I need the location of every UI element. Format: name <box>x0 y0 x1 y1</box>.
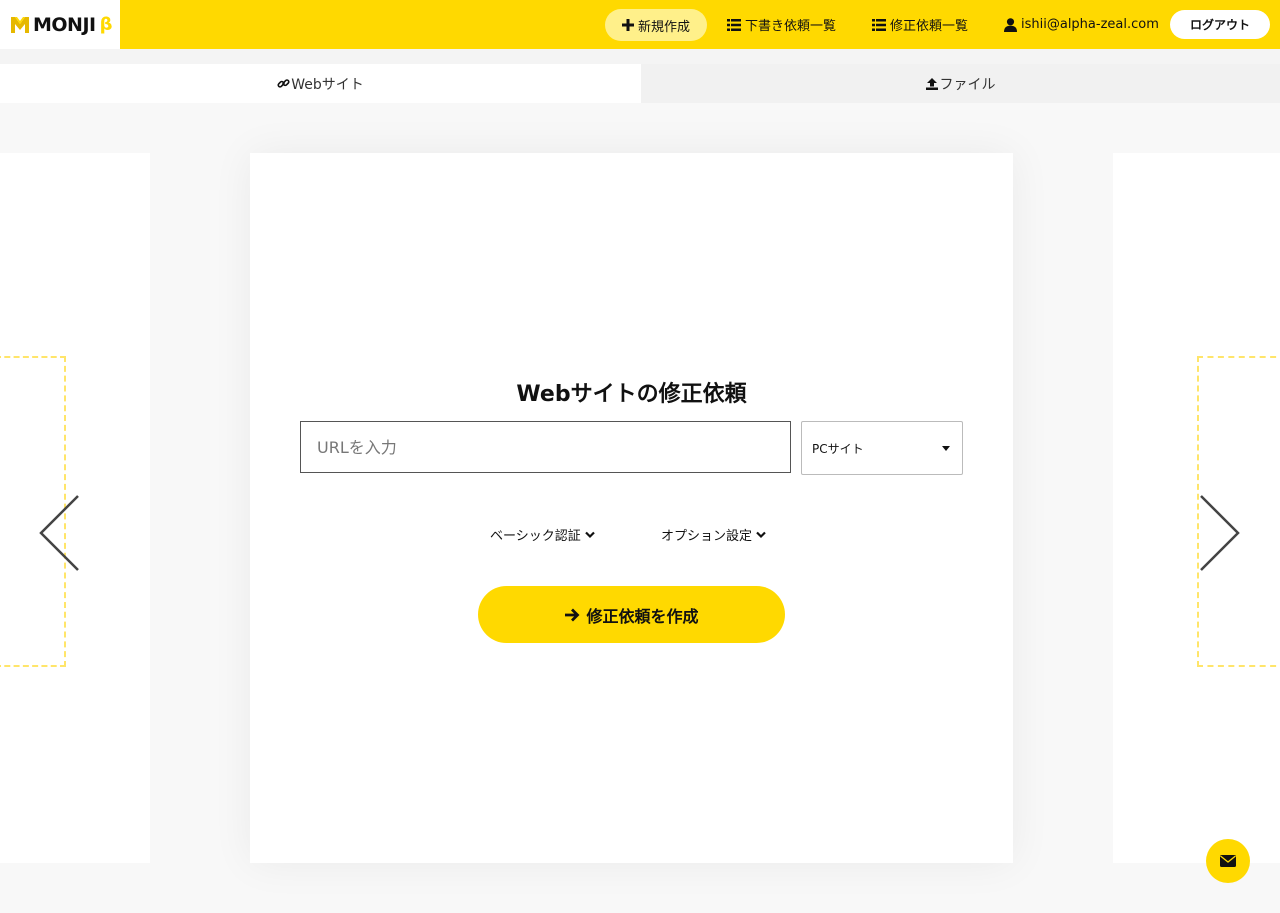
envelope-icon <box>1220 855 1236 867</box>
options-label: オプション設定 <box>661 529 753 544</box>
list-icon <box>727 18 741 31</box>
new-request-label: 新規作成 <box>637 19 690 35</box>
drafts-list-label: 下書き依頼一覧 <box>745 19 837 34</box>
basic-auth-toggle[interactable]: ベーシック認証 <box>490 525 595 544</box>
user-account[interactable]: ishii@alpha-zeal.com <box>1004 0 1159 49</box>
user-email: ishii@alpha-zeal.com <box>1021 17 1159 32</box>
chevron-down-icon <box>756 531 766 539</box>
list-icon <box>872 18 886 31</box>
caret-down-icon <box>942 446 950 451</box>
logo-m-icon <box>11 16 29 33</box>
tab-file-label: ファイル <box>939 76 996 93</box>
tab-website-label: Webサイト <box>291 76 364 93</box>
revisions-list-label: 修正依頼一覧 <box>890 19 969 34</box>
chevron-down-icon <box>584 531 595 539</box>
logout-button[interactable]: ログアウト <box>1170 10 1270 39</box>
site-type-select[interactable]: PCサイト <box>801 421 963 475</box>
create-request-label: 修正依頼を作成 <box>586 606 699 626</box>
logo[interactable]: MONJI β <box>0 0 120 49</box>
plus-icon <box>621 19 634 31</box>
user-icon <box>1004 17 1017 32</box>
contact-button[interactable] <box>1206 839 1250 883</box>
tab-website[interactable]: Webサイト <box>0 64 641 103</box>
basic-auth-label: ベーシック認証 <box>490 529 581 544</box>
tab-file[interactable]: ファイル <box>641 64 1280 103</box>
options-toggle[interactable]: オプション設定 <box>661 525 766 544</box>
create-request-button[interactable]: 修正依頼を作成 <box>478 586 785 643</box>
logo-text: MONJI <box>33 13 96 36</box>
new-request-button[interactable]: 新規作成 <box>605 9 707 41</box>
arrow-right-icon <box>564 607 580 623</box>
page-title: Webサイトの修正依頼 <box>516 382 747 407</box>
site-type-selected: PCサイト <box>812 441 864 456</box>
drafts-list-link[interactable]: 下書き依頼一覧 <box>727 0 836 49</box>
chevron-left-icon[interactable] <box>39 495 79 571</box>
logo-beta: β <box>99 14 113 35</box>
top-header: MONJI β 新規作成 下書き依頼一覧 修正依頼一覧 ishii@alpha-… <box>0 0 1280 49</box>
url-input[interactable] <box>300 421 791 473</box>
link-icon <box>277 77 290 90</box>
upload-icon <box>925 77 938 90</box>
revisions-list-link[interactable]: 修正依頼一覧 <box>872 0 968 49</box>
website-request-card: Webサイトの修正依頼 PCサイト ベーシック認証 オプション設定 修正依頼を作… <box>250 153 1013 863</box>
chevron-right-icon[interactable] <box>1200 495 1240 571</box>
